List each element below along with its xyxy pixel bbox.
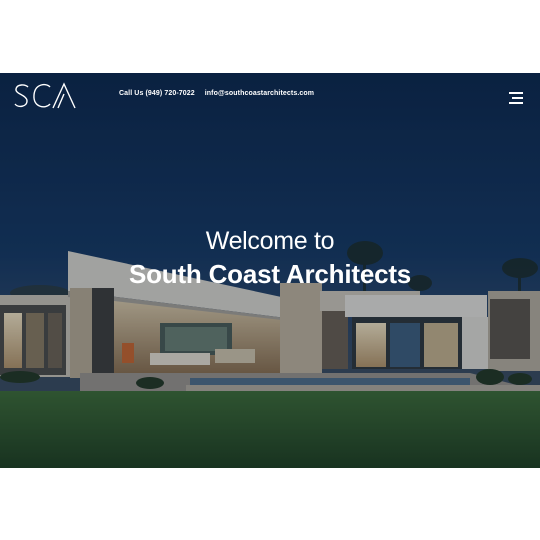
- hero-welcome-text: Welcome to: [205, 227, 335, 255]
- phone-link[interactable]: Call Us (949) 720-7022: [119, 90, 195, 97]
- menu-line-top: [509, 92, 523, 94]
- menu-line-bottom: [509, 102, 523, 104]
- menu-line-middle: [512, 97, 523, 99]
- contact-info: Call Us (949) 720-7022 info@southcoastar…: [119, 90, 314, 97]
- hamburger-menu-icon[interactable]: [505, 90, 523, 104]
- top-navigation-bar: Call Us (949) 720-7022 info@southcoastar…: [0, 73, 540, 119]
- hero-section: Call Us (949) 720-7022 info@southcoastar…: [0, 73, 540, 468]
- sca-logo[interactable]: [14, 81, 78, 111]
- page: Call Us (949) 720-7022 info@southcoastar…: [0, 0, 540, 540]
- email-link[interactable]: info@southcoastarchitects.com: [205, 90, 314, 97]
- hero-company-name: South Coast Architects: [128, 259, 412, 289]
